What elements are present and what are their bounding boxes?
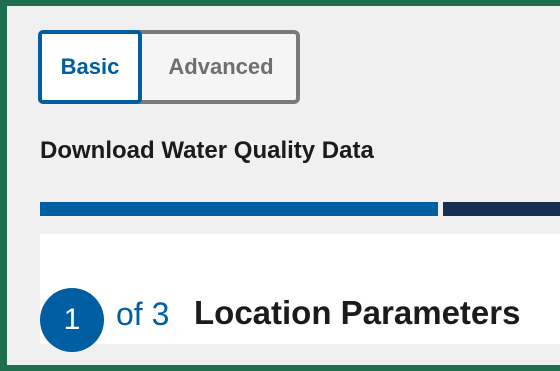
step-heading: Location Parameters [194, 294, 521, 331]
step-header: 1 of 3 Location Parameters [40, 234, 560, 352]
progress-segment-current [40, 202, 438, 216]
step-number-badge: 1 [40, 288, 104, 352]
step-progress-bar [40, 202, 560, 216]
tab-advanced[interactable]: Advanced [146, 34, 296, 100]
page-frame: Basic Advanced Download Water Quality Da… [0, 0, 560, 371]
page-title: Download Water Quality Data [40, 137, 374, 164]
progress-segment-remaining [443, 202, 560, 216]
tab-basic[interactable]: Basic [38, 30, 142, 104]
step-total-label: of 3 [116, 296, 170, 332]
mode-tab-group: Basic Advanced [38, 30, 300, 104]
